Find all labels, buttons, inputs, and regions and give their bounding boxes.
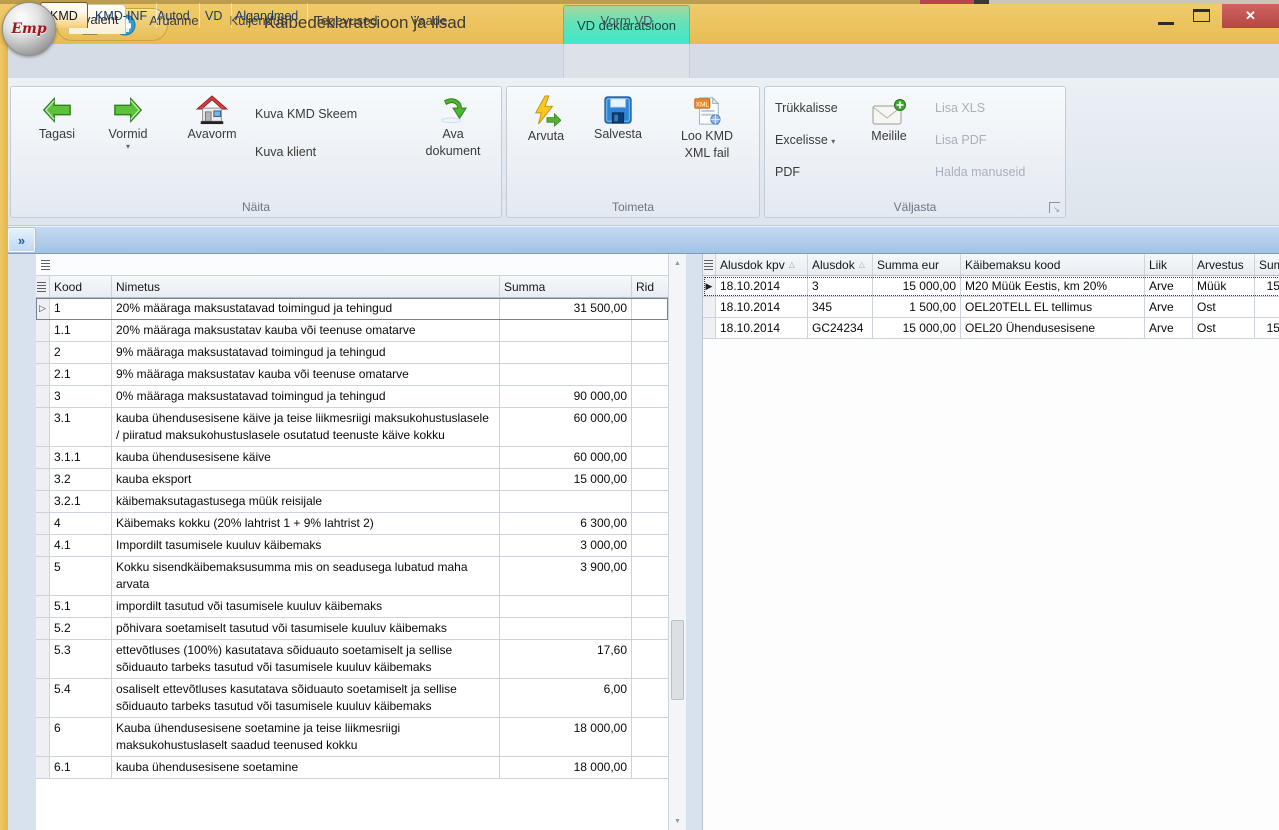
table-row[interactable]: 6 Kauba ühendusesisene soetamine ja teis… (36, 718, 668, 757)
minimize-button[interactable] (1158, 22, 1174, 25)
table-row[interactable]: 18.10.2014 GC24234 15 000,00 OEL20 Ühend… (703, 318, 1279, 339)
group-label-valjasta: Väljasta (765, 200, 1065, 214)
table-row[interactable]: ▷ 1 20% määraga maksustatavad toimingud … (36, 298, 668, 320)
column-header-liik[interactable]: Liik (1145, 254, 1193, 275)
scrollbar-thumb[interactable] (671, 620, 684, 700)
table-header-row: Kood Nimetus Summa Rid (36, 276, 668, 298)
lightning-icon (531, 95, 561, 127)
ribbon: Tagasi Vormid ▾ Avavorm Kuva KMD Skeem K… (0, 78, 1279, 226)
chevron-right-icon: » (18, 233, 25, 248)
ribbon-group-toimeta: Arvuta Salvesta XML Loo (506, 86, 760, 218)
app-logo-text: Emp (11, 21, 46, 37)
kuva-kmd-skeem-button[interactable]: Kuva KMD Skeem (255, 107, 357, 121)
column-header-summa[interactable]: Summa (500, 276, 632, 297)
column-header-arvestus[interactable]: Arvestus (1193, 254, 1255, 275)
column-header-alusdok-kpv[interactable]: Alusdok kpv △ (716, 254, 808, 275)
table-row[interactable]: 5.1 impordilt tasutud või tasumisele kuu… (36, 596, 668, 618)
avavorm-button[interactable]: Avavorm (173, 95, 251, 142)
scroll-up-icon[interactable]: ▲ (669, 254, 686, 272)
app-logo-button[interactable]: Emp (2, 2, 56, 56)
email-icon (872, 99, 906, 127)
column-menu-icon[interactable] (41, 260, 50, 270)
tab-tegevused[interactable]: Tegevused (312, 6, 380, 34)
scroll-down-icon[interactable]: ▼ (669, 812, 686, 830)
arvuta-button[interactable]: Arvuta (517, 95, 575, 144)
table-row[interactable]: 5.4 osaliselt ettevõtluses kasutatava sõ… (36, 679, 668, 718)
maximize-button[interactable] (1193, 9, 1210, 22)
trukkalisse-button[interactable]: Trükkalisse (775, 101, 838, 115)
lisa-xls-button[interactable]: Lisa XLS (935, 101, 985, 115)
table-row[interactable]: 1.1 20% määraga maksustatav kauba või te… (36, 320, 668, 342)
dropdown-icon: ▾ (831, 137, 835, 146)
table-row[interactable]: 4.1 Impordilt tasumisele kuuluv käibemak… (36, 535, 668, 557)
kuva-klient-button[interactable]: Kuva klient (255, 145, 316, 159)
table-row[interactable]: 18.10.2014 345 1 500,00 OEL20TELL EL tel… (703, 297, 1279, 318)
column-menu-icon (704, 260, 713, 270)
table-row[interactable]: 4 Käibemaks kokku (20% lahtrist 1 + 9% l… (36, 513, 668, 535)
document-tab-strip (0, 226, 1279, 254)
salvesta-button[interactable]: Salvesta (583, 95, 653, 142)
tab-vorm-vd[interactable]: Vorm VD (563, 6, 690, 34)
doc-tab-autod[interactable]: Autod (148, 3, 200, 28)
table-row[interactable]: 3.1 kauba ühendusesisene käive ja teise … (36, 408, 668, 447)
loo-kmd-xml-button[interactable]: XML Loo KMD XML fail (661, 95, 753, 161)
vertical-scrollbar[interactable]: ▲ ▼ (668, 254, 686, 830)
table-row[interactable]: 3.2.1 käibemaksutagastusega müük reisija… (36, 491, 668, 513)
table-row[interactable]: 2 9% määraga maksustatavad toimingud ja … (36, 342, 668, 364)
pdf-button[interactable]: PDF (775, 165, 800, 179)
kmd-declaration-table: Kood Nimetus Summa Rid ▷ 1 20% määraga m… (36, 254, 686, 830)
doc-tab-kmd-inf[interactable]: KMD-INF (86, 3, 157, 28)
column-header-kaibemaksu-kood[interactable]: Käibemaksu kood (961, 254, 1145, 275)
table-row[interactable]: 3 0% määraga maksustatavad toimingud ja … (36, 386, 668, 408)
halda-manuseid-button[interactable]: Halda manuseid (935, 165, 1025, 179)
close-button[interactable]: ✕ (1222, 4, 1279, 28)
table-row[interactable]: 3.1.1 kauba ühendusesisene käive 60 000,… (36, 447, 668, 469)
table-row[interactable]: 6.1 kauba ühendusesisene soetamine 18 00… (36, 757, 668, 779)
column-header-alusdok[interactable]: Alusdok △ (808, 254, 873, 275)
dropdown-icon: ▾ (126, 144, 130, 150)
ava-dokument-button[interactable]: Ava dokument (411, 95, 495, 159)
table-header-row: Alusdok kpv △ Alusdok △ Summa eur Käibem… (703, 254, 1279, 276)
table-row[interactable]: 5.3 ettevõtluses (100%) kasutatava sõidu… (36, 640, 668, 679)
group-label-naita: Näita (11, 200, 501, 214)
tagasi-button[interactable]: Tagasi (25, 95, 89, 142)
contextual-tab-area (563, 44, 690, 78)
group-label-toimeta: Toimeta (507, 200, 759, 214)
table-row[interactable]: 3.2 kauba eksport 15 000,00 (36, 469, 668, 491)
excelisse-button[interactable]: Excelisse ▾ (775, 133, 835, 147)
ribbon-group-naita: Tagasi Vormid ▾ Avavorm Kuva KMD Skeem K… (10, 86, 502, 218)
current-row-icon: ▷ (36, 298, 50, 319)
sidebar-expander-button[interactable]: » (8, 228, 35, 252)
back-arrow-icon (42, 95, 72, 125)
ribbon-group-valjasta: Trükkalisse Excelisse ▾ PDF Meilile Lisa… (764, 86, 1066, 218)
table-row[interactable]: 5.2 põhivara soetamiselt tasutud või tas… (36, 618, 668, 640)
xml-file-icon: XML (692, 95, 722, 127)
meilile-button[interactable]: Meilile (857, 99, 921, 144)
current-row-icon: ▶ (703, 276, 716, 296)
table-band-row (36, 254, 668, 276)
window-left-border (0, 44, 8, 830)
table-row[interactable]: 5 Kokku sisendkäibemaksusumma mis on sea… (36, 557, 668, 596)
lisa-pdf-button[interactable]: Lisa PDF (935, 133, 986, 147)
close-icon: ✕ (1245, 8, 1256, 24)
house-icon (196, 95, 228, 125)
column-header-kood[interactable]: Kood (50, 276, 112, 297)
source-documents-table: Alusdok kpv △ Alusdok △ Summa eur Käibem… (702, 254, 1279, 830)
sort-ascending-icon: △ (859, 260, 865, 269)
column-header-summa-eur[interactable]: Summa eur (873, 254, 961, 275)
open-document-arrow-icon (438, 95, 468, 125)
forward-arrow-icon (113, 95, 143, 125)
column-menu-icon (37, 282, 46, 292)
sort-ascending-icon: △ (789, 260, 795, 269)
column-header-rid[interactable]: Rid (632, 276, 668, 297)
vormid-button[interactable]: Vormid ▾ (95, 95, 161, 150)
svg-text:XML: XML (696, 101, 710, 108)
doc-tab-algandmed[interactable]: Algandmed (226, 3, 308, 28)
column-header-nimetus[interactable]: Nimetus (112, 276, 500, 297)
save-floppy-icon (603, 95, 633, 125)
tab-vaade[interactable]: Vaade (402, 6, 456, 34)
column-header-summa[interactable]: Summa (1255, 254, 1279, 275)
table-row[interactable]: ▶ 18.10.2014 3 15 000,00 M20 Müük Eestis… (703, 276, 1279, 297)
table-row[interactable]: 2.1 9% määraga maksustatav kauba või tee… (36, 364, 668, 386)
